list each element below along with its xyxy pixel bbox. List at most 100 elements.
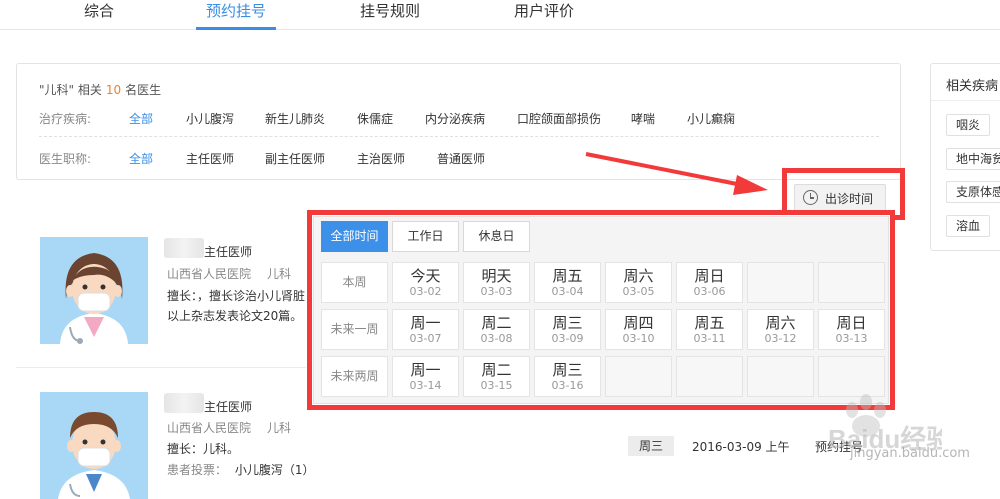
day-cell-weekday: 周四 xyxy=(623,314,654,332)
result-count: 10 xyxy=(105,83,122,97)
title-option[interactable]: 主治医师 xyxy=(357,150,405,167)
top-tab-bar: 综合 预约挂号 挂号规则 用户评价 xyxy=(0,0,1000,30)
day-cell-date: 03-04 xyxy=(551,285,584,298)
related-diseases-title: 相关疾病 xyxy=(946,79,999,94)
disease-option-all[interactable]: 全部 xyxy=(129,110,153,127)
day-cell[interactable]: 周日 03-06 xyxy=(676,262,743,303)
day-cell[interactable]: 周四 03-10 xyxy=(605,309,672,350)
disease-option[interactable]: 哮喘 xyxy=(631,110,655,127)
doctor-department: 儿科 xyxy=(267,267,292,281)
day-cell-date: 03-06 xyxy=(693,285,726,298)
day-cell-date: 03-02 xyxy=(409,285,442,298)
day-cell-empty xyxy=(605,356,672,397)
summary-prefix: "儿科" 相关 xyxy=(39,83,102,97)
day-cell-weekday: 周一 xyxy=(410,361,441,379)
related-disease-tag[interactable]: 溶血 xyxy=(946,215,991,237)
tab-weekend[interactable]: 休息日 xyxy=(463,221,530,252)
day-cell-weekday: 周日 xyxy=(694,267,725,285)
day-cell-empty xyxy=(747,262,814,303)
schedule-day-chip: 周三 xyxy=(628,436,674,456)
title-option-all[interactable]: 全部 xyxy=(129,150,153,167)
tab-overview[interactable]: 综合 xyxy=(84,0,114,30)
filter-panel: "儿科" 相关 10 名医生 治疗疾病: 全部 小儿腹泻 新生儿肺炎 侏儒症 内分泌… xyxy=(16,63,901,180)
tab-rules[interactable]: 挂号规则 xyxy=(360,0,420,30)
day-cell-empty xyxy=(676,356,743,397)
day-cell[interactable]: 明天 03-03 xyxy=(463,262,530,303)
day-cell[interactable]: 今天 03-02 xyxy=(392,262,459,303)
summary-suffix: 名医生 xyxy=(125,83,162,97)
tab-reviews[interactable]: 用户评价 xyxy=(514,0,574,30)
doctor-name-blurred xyxy=(164,393,204,413)
day-cell[interactable]: 周三 03-16 xyxy=(534,356,601,397)
title-option[interactable]: 副主任医师 xyxy=(265,150,325,167)
day-cell-weekday: 周五 xyxy=(552,267,583,285)
related-disease-tag[interactable]: 咽炎 xyxy=(946,114,991,136)
result-summary: "儿科" 相关 10 名医生 xyxy=(39,81,161,98)
related-disease-tag[interactable]: 地中海贫 xyxy=(946,148,1000,170)
doctor-title: 主任医师 xyxy=(204,400,253,414)
day-cell-weekday: 今天 xyxy=(410,267,441,285)
day-cell-date: 03-13 xyxy=(835,332,868,345)
visit-time-button[interactable]: 出诊时间 xyxy=(794,184,886,211)
doctor-hospital[interactable]: 山西省人民医院 xyxy=(167,419,251,436)
day-cell-date: 03-12 xyxy=(764,332,797,345)
day-cell[interactable]: 周二 03-15 xyxy=(463,356,530,397)
day-cell[interactable]: 周五 03-04 xyxy=(534,262,601,303)
doctor-title: 主任医师 xyxy=(204,245,253,259)
patient-votes: 患者投票： 小儿腹泻（1） xyxy=(167,461,314,478)
day-cell-date: 03-09 xyxy=(551,332,584,345)
day-cell-empty xyxy=(818,356,885,397)
title-option[interactable]: 普通医师 xyxy=(437,150,485,167)
patient-votes-value[interactable]: 小儿腹泻（1） xyxy=(235,463,315,477)
related-disease-tag[interactable]: 支原体感 xyxy=(946,181,1000,203)
day-cell[interactable]: 周一 03-07 xyxy=(392,309,459,350)
day-cell[interactable]: 周五 03-11 xyxy=(676,309,743,350)
day-cell[interactable]: 周六 03-12 xyxy=(747,309,814,350)
visit-time-label: 出诊时间 xyxy=(825,192,874,206)
row-label-this-week: 本周 xyxy=(321,262,388,303)
disease-option[interactable]: 口腔颌面部损伤 xyxy=(517,110,601,127)
disease-option[interactable]: 内分泌疾病 xyxy=(425,110,485,127)
side-panel-divider xyxy=(931,100,1000,101)
day-cell[interactable]: 周一 03-14 xyxy=(392,356,459,397)
related-diseases-panel: 相关疾病 咽炎 地中海贫 支原体感 溶血 xyxy=(930,63,1000,251)
doctor-department: 儿科 xyxy=(267,421,292,435)
day-cell-weekday: 明天 xyxy=(481,267,512,285)
day-cell-date: 03-10 xyxy=(622,332,655,345)
disease-filter-label: 治疗疾病: xyxy=(39,112,92,126)
day-cell-date: 03-03 xyxy=(480,285,513,298)
day-cell-date: 03-11 xyxy=(693,332,726,345)
disease-option[interactable]: 侏儒症 xyxy=(357,110,393,127)
day-cell[interactable]: 周日 03-13 xyxy=(818,309,885,350)
day-cell-weekday: 周一 xyxy=(410,314,441,332)
tab-workday[interactable]: 工作日 xyxy=(392,221,459,252)
day-cell-date: 03-07 xyxy=(409,332,442,345)
doctor-avatar[interactable] xyxy=(40,237,148,344)
row-label-two-weeks: 未来两周 xyxy=(321,356,388,397)
doctor-specialty: 擅长：，擅长诊治小儿肾脏 xyxy=(167,289,306,303)
day-cell-weekday: 周二 xyxy=(481,314,512,332)
tab-all-time[interactable]: 全部时间 xyxy=(321,221,388,252)
day-cell[interactable]: 周二 03-08 xyxy=(463,309,530,350)
day-cell-empty xyxy=(747,356,814,397)
day-cell-date: 03-14 xyxy=(409,379,442,392)
card-divider xyxy=(16,367,306,368)
day-cell[interactable]: 周三 03-09 xyxy=(534,309,601,350)
tab-appointment[interactable]: 预约挂号 xyxy=(195,0,277,30)
filter-divider xyxy=(39,136,879,137)
disease-option[interactable]: 小儿腹泻 xyxy=(186,110,234,127)
day-cell-date: 03-08 xyxy=(480,332,513,345)
day-cell-date: 03-15 xyxy=(480,379,513,392)
title-option[interactable]: 主任医师 xyxy=(186,150,234,167)
baidu-paw-watermark: Baidu经验 xyxy=(828,394,942,452)
day-cell-weekday: 周三 xyxy=(552,361,583,379)
patient-votes-label: 患者投票： xyxy=(167,463,228,477)
disease-option[interactable]: 新生儿肺炎 xyxy=(265,110,325,127)
day-cell-empty xyxy=(818,262,885,303)
watermark-url: jingyan.baidu.com xyxy=(850,446,970,461)
doctor-hospital[interactable]: 山西省人民医院 xyxy=(167,265,251,282)
day-cell[interactable]: 周六 03-05 xyxy=(605,262,672,303)
disease-option[interactable]: 小儿癫痫 xyxy=(687,110,735,127)
schedule-date: 2016-03-09 上午 xyxy=(692,440,790,454)
doctor-avatar[interactable] xyxy=(40,392,148,499)
